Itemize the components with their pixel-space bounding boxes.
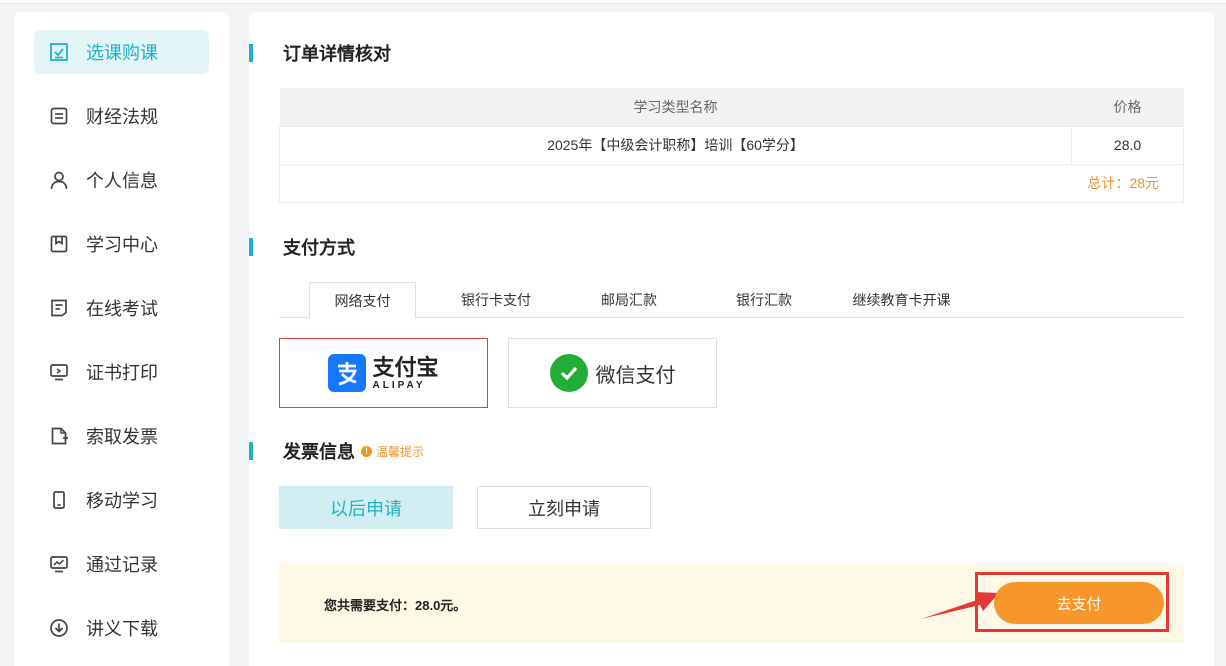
payment-section-title: 支付方式 — [249, 234, 355, 260]
mobile-icon — [48, 489, 70, 511]
sidebar-item-label: 证书打印 — [86, 363, 158, 383]
column-header-name: 学习类型名称 — [279, 88, 1072, 126]
sidebar-item-pass-records[interactable]: 通过记录 — [34, 542, 209, 586]
alipay-icon — [328, 354, 367, 392]
chart-icon — [48, 553, 70, 575]
sidebar-item-handout-download[interactable]: 讲义下载 — [34, 606, 209, 650]
apply-later-button[interactable]: 以后申请 — [279, 486, 453, 529]
sidebar-item-personal-info[interactable]: 个人信息 — [34, 158, 209, 202]
sidebar-item-label: 索取发票 — [86, 427, 158, 447]
wechat-pay-option[interactable]: 微信支付 — [508, 338, 717, 408]
sidebar-item-mobile-learning[interactable]: 移动学习 — [34, 478, 209, 522]
wechat-pay-label: 微信支付 — [595, 364, 676, 387]
sidebar-item-certificate-print[interactable]: 证书打印 — [34, 350, 209, 394]
title-accent-bar — [249, 44, 253, 62]
document-icon — [48, 105, 70, 127]
sidebar-item-label: 财经法规 — [86, 107, 158, 127]
sidebar-item-label: 讲义下载 — [86, 619, 158, 639]
sidebar-item-label: 选课购课 — [86, 43, 158, 63]
warm-tip-link[interactable]: ! 温馨提示 — [361, 443, 424, 460]
payment-tabs: 网络支付 银行卡支付 邮局汇款 银行汇款 继续教育卡开课 — [279, 282, 1184, 319]
sidebar: 选课购课 财经法规 个人信息 学习中心 在线考试 证书打印 索取发票 移动学习 … — [14, 12, 229, 666]
sidebar-item-online-exam[interactable]: 在线考试 — [34, 286, 209, 330]
invoice-section-title: 发票信息 ! 温馨提示 — [249, 438, 424, 464]
bookmark-icon — [48, 233, 70, 255]
order-total: 总计：28元 — [279, 163, 1184, 203]
file-add-icon — [48, 425, 70, 447]
alipay-label-en: ALIPAY — [372, 379, 426, 391]
exam-icon — [48, 297, 70, 319]
sidebar-item-regulations[interactable]: 财经法规 — [34, 94, 209, 138]
payment-amount-text: 您共需要支付：28.0元。 — [324, 598, 467, 613]
title-accent-bar — [249, 442, 253, 460]
title-accent-bar — [249, 238, 253, 256]
alipay-label: 支付宝 — [372, 354, 439, 380]
table-header-row: 学习类型名称 价格 — [279, 88, 1184, 126]
column-header-price: 价格 — [1071, 88, 1184, 126]
main-panel: 订单详情核对 学习类型名称 价格 2025年【中级会计职称】培训【60学分】 2… — [249, 12, 1214, 666]
sidebar-item-label: 通过记录 — [86, 555, 158, 575]
top-border — [0, 0, 1226, 4]
course-price-cell: 28.0 — [1071, 125, 1184, 165]
total-row: 总计：28元 — [279, 163, 1184, 203]
tab-online-payment[interactable]: 网络支付 — [309, 282, 416, 319]
monitor-icon — [48, 361, 70, 383]
download-icon — [48, 617, 70, 639]
checkbox-icon — [48, 41, 70, 63]
sidebar-item-label: 学习中心 — [86, 235, 158, 255]
tab-bank-remittance[interactable]: 银行汇款 — [719, 282, 809, 318]
payment-summary-bar: 您共需要支付：28.0元。 去支付 — [279, 563, 1184, 643]
apply-now-button[interactable]: 立刻申请 — [477, 486, 651, 529]
tab-bank-card-payment[interactable]: 银行卡支付 — [446, 282, 546, 318]
sidebar-item-course-selection[interactable]: 选课购课 — [34, 30, 209, 74]
go-pay-button[interactable]: 去支付 — [994, 582, 1164, 624]
sidebar-item-label: 移动学习 — [86, 491, 158, 511]
table-row: 2025年【中级会计职称】培训【60学分】 28.0 — [278, 125, 1184, 165]
wechat-check-icon — [549, 354, 588, 392]
info-icon: ! — [361, 445, 372, 457]
tab-education-card[interactable]: 继续教育卡开课 — [839, 282, 964, 318]
order-table: 学习类型名称 价格 2025年【中级会计职称】培训【60学分】 28.0 总计：… — [278, 88, 1184, 203]
sidebar-item-learning-center[interactable]: 学习中心 — [34, 222, 209, 266]
tab-postal-remittance[interactable]: 邮局汇款 — [584, 282, 674, 318]
sidebar-item-label: 个人信息 — [86, 171, 158, 191]
alipay-option[interactable]: 支付宝 ALIPAY — [279, 338, 488, 408]
alipay-logo: 支付宝 ALIPAY — [328, 354, 439, 392]
course-name-cell: 2025年【中级会计职称】培训【60学分】 — [278, 125, 1073, 165]
user-icon — [48, 169, 70, 191]
sidebar-item-label: 在线考试 — [86, 299, 158, 319]
sidebar-item-invoice-request[interactable]: 索取发票 — [34, 414, 209, 458]
order-section-title: 订单详情核对 — [249, 40, 391, 66]
